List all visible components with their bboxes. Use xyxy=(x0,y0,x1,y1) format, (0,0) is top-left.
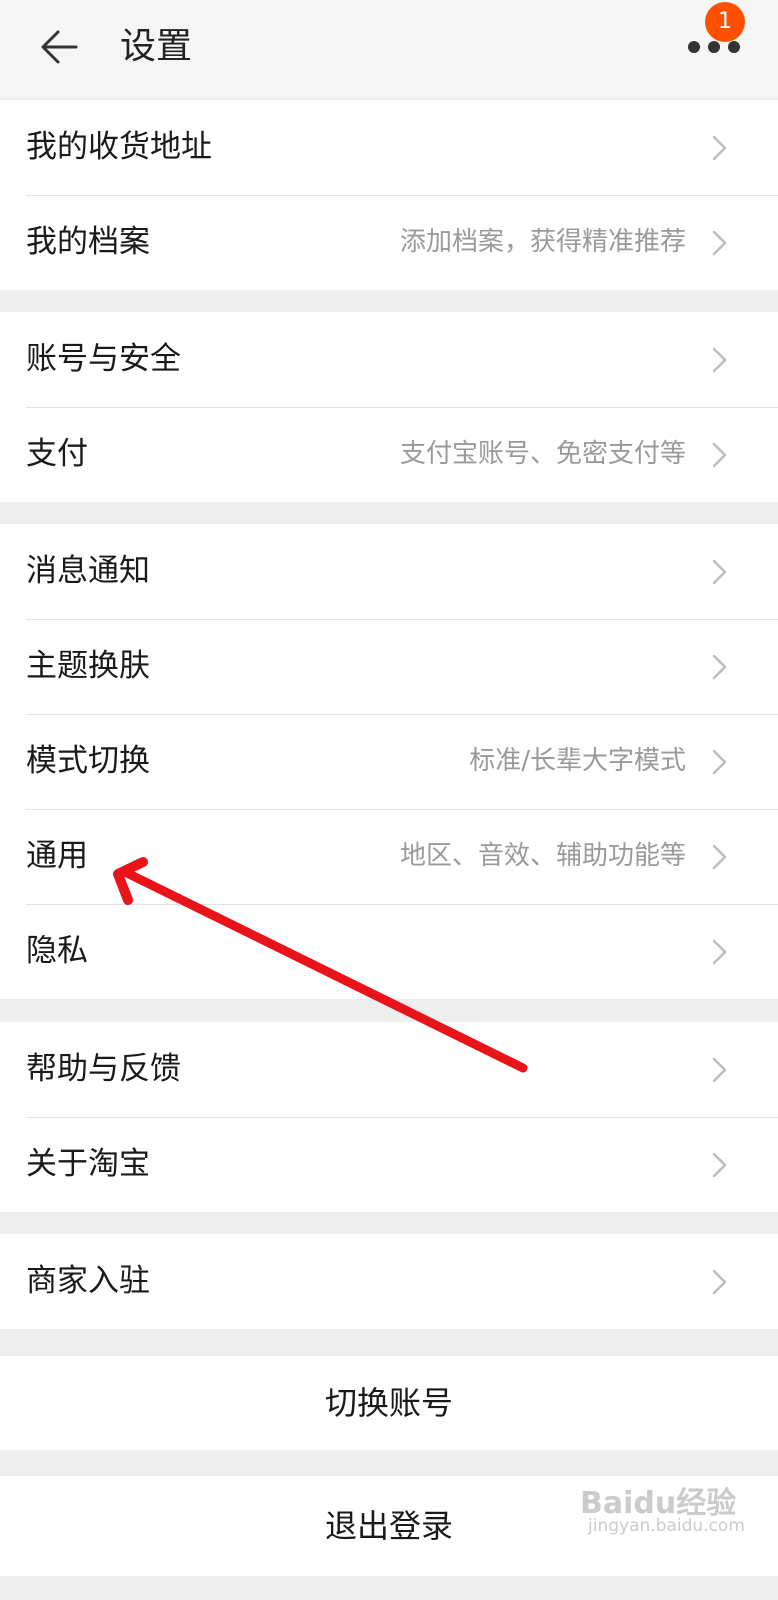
settings-group: 账号与安全支付 支付宝账号、免密支付等 xyxy=(0,312,778,502)
settings-row-label: 主题换肤 xyxy=(26,648,150,684)
chevron-right-icon xyxy=(712,1057,727,1083)
settings-row[interactable]: 消息通知 xyxy=(0,524,778,619)
back-button[interactable] xyxy=(36,22,86,72)
settings-row-hint: 支付宝账号、免密支付等 xyxy=(399,439,686,469)
settings-row-hint: 添加档案，获得精准推荐 xyxy=(399,227,686,257)
settings-group: 帮助与反馈 关于淘宝 xyxy=(0,1022,778,1212)
settings-row[interactable]: 我的收货地址 xyxy=(0,100,778,195)
more-dots-icon xyxy=(688,41,700,53)
chevron-right-icon xyxy=(712,135,727,161)
more-dot xyxy=(708,41,720,53)
settings-row[interactable]: 隐私 xyxy=(0,904,778,999)
chevron-right-icon xyxy=(712,1152,727,1178)
settings-row[interactable]: 商家入驻 xyxy=(0,1234,778,1329)
settings-row[interactable]: 我的档案 添加档案，获得精准推荐 xyxy=(0,195,778,290)
switch-account-button[interactable]: 切换账号 xyxy=(0,1356,778,1450)
more-dot xyxy=(728,41,740,53)
chevron-right-icon xyxy=(712,347,727,373)
settings-row-label: 我的档案 xyxy=(26,224,150,260)
settings-group: 我的收货地址 我的档案 添加档案，获得精准推荐 xyxy=(0,100,778,290)
arrow-left-icon xyxy=(41,30,78,64)
settings-row[interactable]: 支付 支付宝账号、免密支付等 xyxy=(0,407,778,502)
chevron-right-icon xyxy=(712,442,727,468)
settings-row-label: 帮助与反馈 xyxy=(26,1051,181,1087)
settings-row-label: 商家入驻 xyxy=(26,1263,150,1299)
settings-row-label: 隐私 xyxy=(26,933,88,969)
chevron-right-icon xyxy=(712,939,727,965)
logout-button[interactable]: 退出登录 xyxy=(0,1476,778,1576)
settings-group: 商家入驻 xyxy=(0,1234,778,1329)
settings-row[interactable]: 帮助与反馈 xyxy=(0,1022,778,1117)
settings-row-label: 我的收货地址 xyxy=(26,129,212,165)
settings-row-label: 支付 xyxy=(26,436,88,472)
settings-row-label: 消息通知 xyxy=(26,553,150,589)
chevron-right-icon xyxy=(712,749,727,775)
notification-badge: 1 xyxy=(705,2,745,42)
top-bar: 设置 1 xyxy=(0,0,778,98)
settings-row-label: 模式切换 xyxy=(26,743,150,779)
chevron-right-icon xyxy=(712,844,727,870)
settings-row[interactable]: 关于淘宝 xyxy=(0,1117,778,1212)
chevron-right-icon xyxy=(712,230,727,256)
settings-row[interactable]: 通用 地区、音效、辅助功能等 xyxy=(0,809,778,904)
settings-group: 消息通知主题换肤模式切换 标准/长辈大字模式通用 地区、音效、辅助功能等隐私 xyxy=(0,524,778,999)
settings-row-label: 关于淘宝 xyxy=(26,1146,150,1182)
settings-row-label: 通用 xyxy=(26,838,88,874)
chevron-right-icon xyxy=(712,1269,727,1295)
page-title: 设置 xyxy=(120,26,193,67)
settings-row-hint: 标准/长辈大字模式 xyxy=(469,746,686,776)
chevron-right-icon xyxy=(712,654,727,680)
settings-row[interactable]: 模式切换 标准/长辈大字模式 xyxy=(0,714,778,809)
settings-row-label: 账号与安全 xyxy=(26,341,181,377)
chevron-right-icon xyxy=(712,559,727,585)
settings-row-hint: 地区、音效、辅助功能等 xyxy=(399,841,686,871)
settings-row[interactable]: 账号与安全 xyxy=(0,312,778,407)
settings-row[interactable]: 主题换肤 xyxy=(0,619,778,714)
